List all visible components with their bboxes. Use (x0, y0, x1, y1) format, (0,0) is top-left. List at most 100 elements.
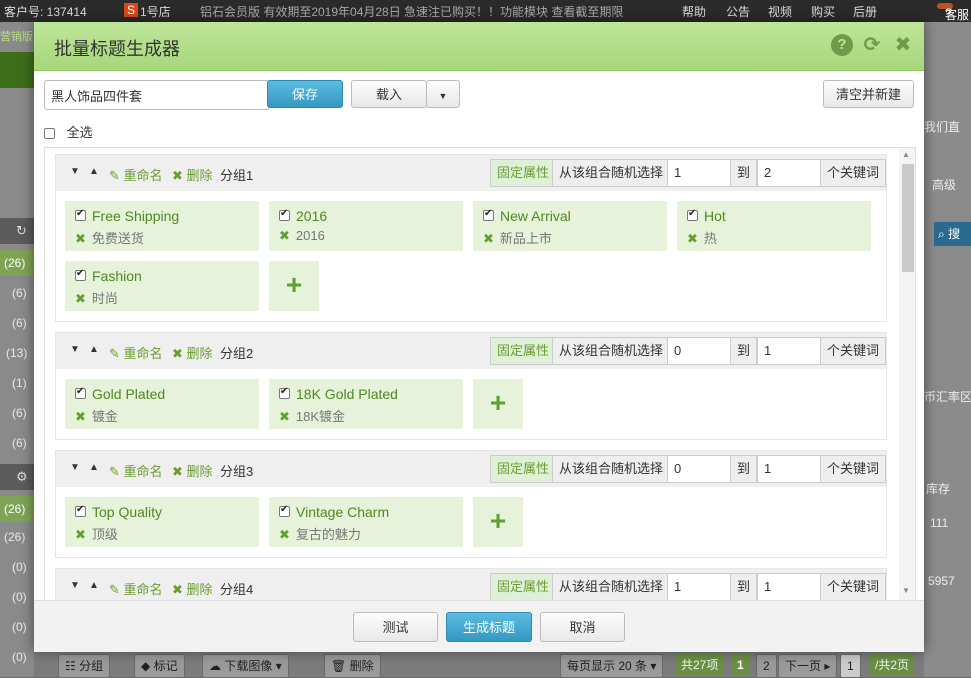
max-keywords-input[interactable]: 1 (757, 573, 821, 600)
keyword-checkbox[interactable] (279, 208, 290, 222)
sidebar-count[interactable]: (6) (12, 436, 27, 450)
page-input[interactable]: 1 (840, 654, 861, 678)
keyword-checkbox[interactable] (75, 386, 86, 400)
remove-keyword-icon[interactable]: ✖ (279, 527, 290, 542)
remove-keyword-icon[interactable]: ✖ (279, 228, 290, 243)
move-up-icon[interactable]: ▲ (89, 166, 99, 177)
remove-keyword-icon[interactable]: ✖ (687, 231, 698, 246)
delete-group-link[interactable]: ✖ 删除 (172, 343, 213, 362)
keyword-checkbox[interactable] (483, 208, 494, 222)
move-down-icon[interactable]: ▼ (70, 462, 80, 473)
max-keywords-input[interactable]: 1 (757, 337, 821, 365)
sidebar-count[interactable]: (0) (12, 620, 27, 634)
move-up-icon[interactable]: ▲ (89, 462, 99, 473)
move-down-icon[interactable]: ▼ (70, 344, 80, 355)
max-keywords-input[interactable]: 1 (757, 455, 821, 483)
sidebar-count[interactable]: (26) (0, 496, 34, 522)
min-keywords-input[interactable]: 1 (667, 159, 731, 187)
sidebar-count[interactable]: (0) (12, 560, 27, 574)
next-page-button[interactable]: 下一页 ▸ (778, 654, 838, 678)
tag-button[interactable]: ◆ 标记 (134, 654, 185, 678)
generate-titles-button[interactable]: 生成标题 (446, 612, 532, 642)
rename-group-link[interactable]: ✎ 重命名 (109, 343, 163, 362)
sidebar-count[interactable]: (26) (4, 530, 25, 544)
remove-keyword-icon[interactable]: ✖ (279, 409, 290, 424)
group-button[interactable]: ☷ 分组 (58, 654, 111, 678)
select-all[interactable]: 全选 (44, 122, 93, 141)
remove-keyword-icon[interactable]: ✖ (75, 291, 86, 306)
remove-keyword-icon[interactable]: ✖ (483, 231, 494, 246)
scroll-up-icon[interactable]: ▲ (902, 150, 910, 159)
add-keyword-button[interactable]: + (473, 497, 523, 547)
keyword-chip[interactable]: Fashion ✖ 时尚 (65, 261, 259, 311)
move-down-icon[interactable]: ▼ (70, 580, 80, 591)
keyword-chip[interactable]: 2016 ✖ 2016 (269, 201, 463, 251)
test-button[interactable]: 测试 (353, 612, 438, 642)
min-keywords-input[interactable]: 0 (667, 455, 731, 483)
move-up-icon[interactable]: ▲ (89, 344, 99, 355)
load-dropdown-toggle[interactable]: ▼ (426, 80, 460, 108)
remove-keyword-icon[interactable]: ✖ (75, 409, 86, 424)
keyword-chip[interactable]: Free Shipping ✖ 免费送货 (65, 201, 259, 251)
topbar-link-video[interactable]: 视频 (768, 3, 792, 20)
sidebar-count[interactable]: (0) (12, 590, 27, 604)
fixed-attribute-toggle[interactable]: 固定属性 (490, 455, 557, 483)
delete-group-link[interactable]: ✖ 删除 (172, 165, 213, 184)
select-all-checkbox[interactable] (44, 128, 55, 140)
sidebar-count[interactable]: (1) (12, 376, 27, 390)
keyword-chip[interactable]: 18K Gold Plated ✖ 18K镀金 (269, 379, 463, 429)
clear-and-new-button[interactable]: 清空并新建 (823, 80, 914, 108)
fixed-attribute-toggle[interactable]: 固定属性 (490, 337, 557, 365)
keyword-checkbox[interactable] (75, 208, 86, 222)
add-keyword-button[interactable]: + (473, 379, 523, 429)
min-keywords-input[interactable]: 0 (667, 337, 731, 365)
close-icon[interactable]: ✖ (892, 34, 914, 56)
per-page-select[interactable]: 每页显示 20 条 ▾ (560, 654, 664, 678)
sidebar-count[interactable]: (0) (12, 650, 27, 664)
topbar-link-buy[interactable]: 购买 (811, 3, 835, 20)
rename-group-link[interactable]: ✎ 重命名 (109, 165, 163, 184)
remove-keyword-icon[interactable]: ✖ (75, 231, 86, 246)
cancel-button[interactable]: 取消 (540, 612, 625, 642)
add-keyword-button[interactable]: + (269, 261, 319, 311)
store-name[interactable]: 1号店 (140, 3, 171, 20)
sidebar-count[interactable]: (13) (6, 346, 27, 360)
fixed-attribute-toggle[interactable]: 固定属性 (490, 573, 557, 600)
sidebar-count[interactable]: (6) (12, 316, 27, 330)
sidebar-count[interactable]: (26) (0, 250, 34, 276)
delete-group-link[interactable]: ✖ 删除 (172, 461, 213, 480)
remove-keyword-icon[interactable]: ✖ (75, 527, 86, 542)
rename-group-link[interactable]: ✎ 重命名 (109, 579, 163, 598)
scrollbar[interactable]: ▲ ▼ (899, 148, 915, 600)
page-2[interactable]: 2 (756, 654, 777, 678)
keyword-checkbox[interactable] (279, 386, 290, 400)
delete-button[interactable]: 🗑 删除 (324, 654, 381, 678)
page-1[interactable]: 1 (732, 654, 749, 676)
scrollbar-thumb[interactable] (902, 164, 914, 272)
sidebar-count[interactable]: (6) (12, 406, 27, 420)
question-circle-icon[interactable]: ? (831, 34, 853, 56)
sidebar-count[interactable]: (6) (12, 286, 27, 300)
keyword-chip[interactable]: Vintage Charm ✖ 复古的魅力 (269, 497, 463, 547)
customer-service-button[interactable]: ? 客服 (937, 3, 969, 22)
topbar-link-help[interactable]: 帮助 (682, 3, 706, 20)
rename-group-link[interactable]: ✎ 重命名 (109, 461, 163, 480)
load-button[interactable]: 载入 (351, 80, 427, 108)
keyword-checkbox[interactable] (75, 268, 86, 282)
save-button[interactable]: 保存 (267, 80, 343, 108)
keyword-checkbox[interactable] (687, 208, 698, 222)
scroll-down-icon[interactable]: ▼ (902, 586, 910, 595)
move-down-icon[interactable]: ▼ (70, 166, 80, 177)
delete-group-link[interactable]: ✖ 删除 (172, 579, 213, 598)
keyword-checkbox[interactable] (75, 504, 86, 518)
download-image-button[interactable]: ☁ 下载图像 ▾ (202, 654, 289, 678)
bg-help-link[interactable]: 我们直 (924, 118, 960, 135)
groups-scroll-area[interactable]: ▼ ▲ ✎ 重命名 ✖ 删除 分组1 固定属性 从该组合随机选择 1 到 2 个… (44, 147, 916, 601)
keyword-chip[interactable]: Top Quality ✖ 顶级 (65, 497, 259, 547)
refresh-icon[interactable]: ⟳ (861, 34, 883, 56)
bg-search-button[interactable]: ⌕ 搜 (934, 222, 971, 246)
template-name-input[interactable] (44, 80, 270, 110)
keyword-chip[interactable]: Hot ✖ 热 (677, 201, 871, 251)
bg-advanced[interactable]: 高级 (932, 176, 956, 193)
min-keywords-input[interactable]: 1 (667, 573, 731, 600)
